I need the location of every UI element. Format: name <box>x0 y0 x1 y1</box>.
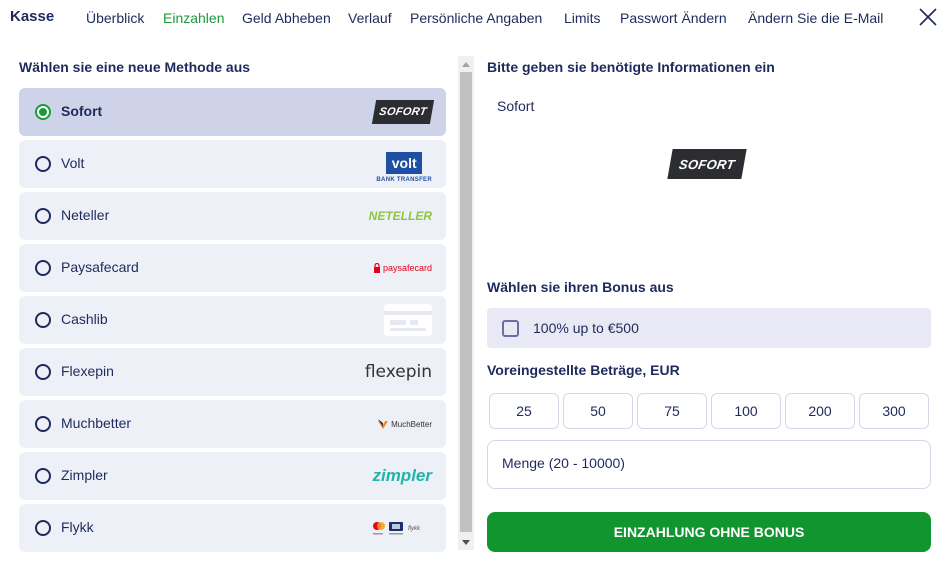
method-label: Paysafecard <box>61 259 139 275</box>
tab-history[interactable]: Verlauf <box>348 10 392 26</box>
card-icon <box>384 304 432 336</box>
preset-amounts: 25 50 75 100 200 300 <box>489 393 931 429</box>
radio-button[interactable] <box>35 416 51 432</box>
tab-change-password[interactable]: Passwort Ändern <box>620 10 727 26</box>
radio-button[interactable] <box>35 520 51 536</box>
scroll-up-arrow-icon[interactable] <box>458 56 474 72</box>
tab-withdraw[interactable]: Geld Abheben <box>242 10 331 26</box>
method-flykk[interactable]: Flykk flykk <box>19 504 446 552</box>
zimpler-logo: zimpler <box>372 466 432 485</box>
radio-button[interactable] <box>35 156 51 172</box>
method-cashlib[interactable]: Cashlib <box>19 296 446 344</box>
svg-text:flykk: flykk <box>408 526 421 532</box>
preset-amount-button[interactable]: 75 <box>637 393 707 429</box>
flexepin-logo: flexepin <box>364 362 432 382</box>
method-label: Neteller <box>61 207 110 223</box>
tab-limits[interactable]: Limits <box>564 10 601 26</box>
method-label: Cashlib <box>61 311 108 327</box>
method-muchbetter[interactable]: Muchbetter MuchBetter <box>19 400 446 448</box>
tab-deposit[interactable]: Einzahlen <box>163 10 225 26</box>
info-heading: Bitte geben sie benötigte Informationen … <box>487 59 775 75</box>
page-title: Kasse <box>10 8 55 25</box>
paysafecard-logo: paysafecard <box>373 254 432 282</box>
method-label: Muchbetter <box>61 415 132 431</box>
tab-change-email[interactable]: Ändern Sie die E-Mail <box>748 10 883 26</box>
tab-overview[interactable]: Überblick <box>86 10 144 26</box>
sofort-logo-large: SOFORT <box>667 149 747 179</box>
lock-icon <box>373 263 380 273</box>
method-label: Sofort <box>61 103 103 119</box>
method-label: Flexepin <box>61 363 114 379</box>
close-icon[interactable] <box>918 6 938 28</box>
scrollbar[interactable] <box>458 56 474 550</box>
method-flexepin[interactable]: Flexepin flexepin <box>19 348 446 396</box>
radio-button[interactable] <box>35 104 51 120</box>
muchbetter-logo: MuchBetter <box>377 410 432 438</box>
radio-button[interactable] <box>35 364 51 380</box>
selected-method-name: Sofort <box>497 98 535 114</box>
preset-amount-button[interactable]: 300 <box>859 393 929 429</box>
preset-amount-button[interactable]: 50 <box>563 393 633 429</box>
method-volt[interactable]: Volt volt BANK TRANSFER <box>19 140 446 188</box>
payment-method-list: Sofort SOFORT Volt volt BANK TRANSFER Ne… <box>19 88 446 556</box>
neteller-logo: NETELLER <box>368 209 432 223</box>
volt-logo: volt BANK TRANSFER <box>376 147 432 183</box>
methods-heading: Wählen sie eine neue Methode aus <box>19 59 251 75</box>
method-neteller[interactable]: Neteller NETELLER <box>19 192 446 240</box>
radio-button[interactable] <box>35 260 51 276</box>
scrollbar-thumb[interactable] <box>460 72 472 532</box>
method-paysafecard[interactable]: Paysafecard paysafecard <box>19 244 446 292</box>
method-zimpler[interactable]: Zimpler zimpler <box>19 452 446 500</box>
preset-amount-button[interactable]: 25 <box>489 393 559 429</box>
sofort-logo: SOFORT <box>371 98 435 126</box>
preset-amount-button[interactable]: 100 <box>711 393 781 429</box>
preset-amount-button[interactable]: 200 <box>785 393 855 429</box>
muchbetter-icon <box>378 419 389 429</box>
radio-button[interactable] <box>35 312 51 328</box>
method-label: Volt <box>61 155 85 171</box>
method-label: Zimpler <box>61 467 108 483</box>
scroll-down-arrow-icon[interactable] <box>458 534 474 550</box>
radio-button[interactable] <box>35 468 51 484</box>
bonus-option[interactable]: 100% up to €500 <box>487 308 931 348</box>
method-sofort[interactable]: Sofort SOFORT <box>19 88 446 136</box>
bonus-label: 100% up to €500 <box>533 320 639 336</box>
radio-button[interactable] <box>35 208 51 224</box>
top-nav: Kasse Überblick Einzahlen Geld Abheben V… <box>0 0 950 36</box>
method-label: Flykk <box>61 519 94 535</box>
deposit-button[interactable]: EINZAHLUNG OHNE BONUS <box>487 512 931 552</box>
amount-field[interactable] <box>487 440 931 489</box>
preset-amounts-heading: Voreingestellte Beträge, EUR <box>487 362 680 378</box>
bonus-checkbox[interactable] <box>502 320 519 337</box>
card-brands-icon: flykk <box>372 514 432 542</box>
tab-personal-details[interactable]: Persönliche Angaben <box>410 10 542 26</box>
bonus-heading: Wählen sie ihren Bonus aus <box>487 279 674 295</box>
amount-input[interactable] <box>502 455 902 471</box>
